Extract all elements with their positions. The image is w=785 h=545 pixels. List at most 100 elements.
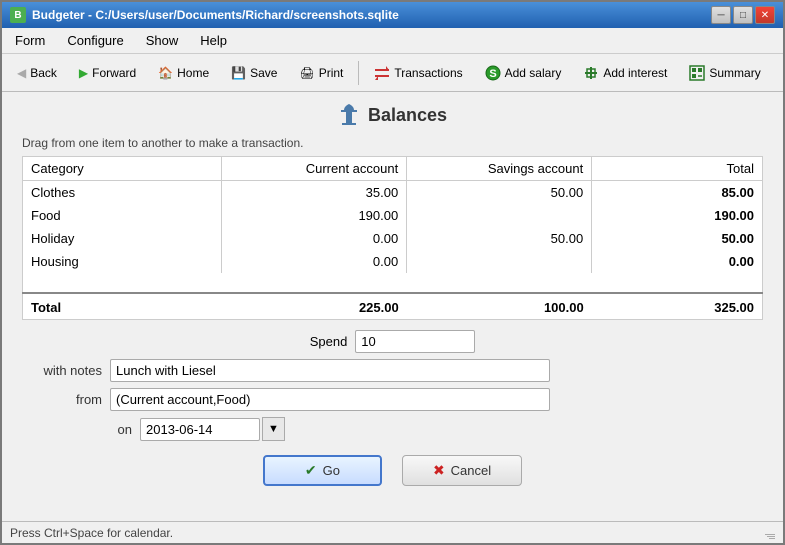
menu-form[interactable]: Form [6,30,54,51]
cell-savings [407,250,592,273]
menu-configure[interactable]: Configure [58,30,132,51]
cell-total: 85.00 [592,181,763,205]
page-header: Balances [22,102,763,128]
table-row: Clothes 35.00 50.00 85.00 [23,181,763,205]
print-button[interactable]: Print [290,58,352,88]
status-text: Press Ctrl+Space for calendar. [10,526,173,540]
toolbar: Back Forward Home Save Print Transact [2,54,783,92]
back-label: Back [30,66,57,80]
add-salary-button[interactable]: S Add salary [476,58,571,88]
header-current: Current account [222,157,407,181]
transactions-button[interactable]: Transactions [365,58,471,88]
header-savings: Savings account [407,157,592,181]
spend-label: Spend [310,334,348,349]
title-bar: B Budgeter - C:/Users/user/Documents/Ric… [2,2,783,28]
cell-savings: 50.00 [407,227,592,250]
from-row: from [22,388,763,411]
cell-current: 0.00 [222,250,407,273]
table-row: Food 190.00 190.00 [23,204,763,227]
from-label: from [22,392,102,407]
table-row: Holiday 0.00 50.00 50.00 [23,227,763,250]
cell-category: Holiday [23,227,222,250]
add-interest-button[interactable]: Add interest [574,58,676,88]
cancel-label: Cancel [451,463,491,478]
table-row: Housing 0.00 0.00 [23,250,763,273]
home-icon [158,66,173,80]
summary-button[interactable]: Summary [680,58,769,88]
cell-total: 0.00 [592,250,763,273]
header-total: Total [592,157,763,181]
close-button[interactable]: ✕ [755,6,775,24]
back-button[interactable]: Back [8,58,66,88]
date-input[interactable] [140,418,260,441]
grip-line-1 [765,534,775,535]
cell-current: 35.00 [222,181,407,205]
app-icon: B [10,7,26,23]
cell-category: Clothes [23,181,222,205]
cell-category: Food [23,204,222,227]
save-button[interactable]: Save [222,58,286,88]
total-row: Total 225.00 100.00 325.00 [23,293,763,320]
header-category: Category [23,157,222,181]
summary-icon [689,65,705,81]
on-label: on [102,422,132,437]
grip-line-2 [767,536,775,537]
menu-help[interactable]: Help [191,30,236,51]
instruction-text: Drag from one item to another to make a … [22,136,763,150]
main-content: Balances Drag from one item to another t… [2,92,783,521]
home-label: Home [177,66,209,80]
title-bar-controls: ─ □ ✕ [711,6,775,24]
notes-input[interactable] [110,359,550,382]
forward-label: Forward [92,66,136,80]
forward-button[interactable]: Forward [70,58,145,88]
form-section: Spend with notes from on ▼ [22,330,763,486]
menu-bar: Form Configure Show Help [2,28,783,54]
go-label: Go [323,463,340,478]
window-title: Budgeter - C:/Users/user/Documents/Richa… [32,8,399,22]
total-total: 325.00 [592,293,763,320]
app-window: B Budgeter - C:/Users/user/Documents/Ric… [0,0,785,545]
print-label: Print [319,66,344,80]
from-input[interactable] [110,388,550,411]
balances-table: Category Current account Savings account… [22,156,763,320]
date-dropdown-button[interactable]: ▼ [262,417,285,441]
spend-row: Spend [22,330,763,353]
cell-current: 190.00 [222,204,407,227]
balances-icon [338,102,360,128]
minimize-button[interactable]: ─ [711,6,731,24]
cancel-button[interactable]: Cancel [402,455,522,486]
action-row: Go Cancel [22,455,763,486]
total-label: Total [23,293,222,320]
menu-show[interactable]: Show [137,30,188,51]
cell-current: 0.00 [222,227,407,250]
resize-grip[interactable] [763,527,775,539]
date-wrapper: ▼ [140,417,285,441]
notes-label: with notes [22,363,102,378]
add-salary-icon: S [485,65,501,81]
cell-category: Housing [23,250,222,273]
go-button[interactable]: Go [263,455,382,486]
status-bar: Press Ctrl+Space for calendar. [2,521,783,543]
save-icon [231,66,246,80]
home-button[interactable]: Home [149,58,218,88]
maximize-button[interactable]: □ [733,6,753,24]
add-interest-icon [583,65,599,81]
save-label: Save [250,66,277,80]
print-icon [299,66,314,80]
cell-savings [407,204,592,227]
svg-text:S: S [489,68,496,80]
spend-input[interactable] [355,330,475,353]
forward-icon [79,66,88,80]
total-current: 225.00 [222,293,407,320]
total-savings: 100.00 [407,293,592,320]
spacer-row [23,273,763,293]
summary-label: Summary [709,66,760,80]
transactions-icon [374,65,390,81]
cell-total: 50.00 [592,227,763,250]
add-interest-label: Add interest [603,66,667,80]
back-icon [17,66,26,80]
cell-savings: 50.00 [407,181,592,205]
transactions-label: Transactions [394,66,462,80]
page-title: Balances [368,105,447,126]
date-row: on ▼ [102,417,763,441]
